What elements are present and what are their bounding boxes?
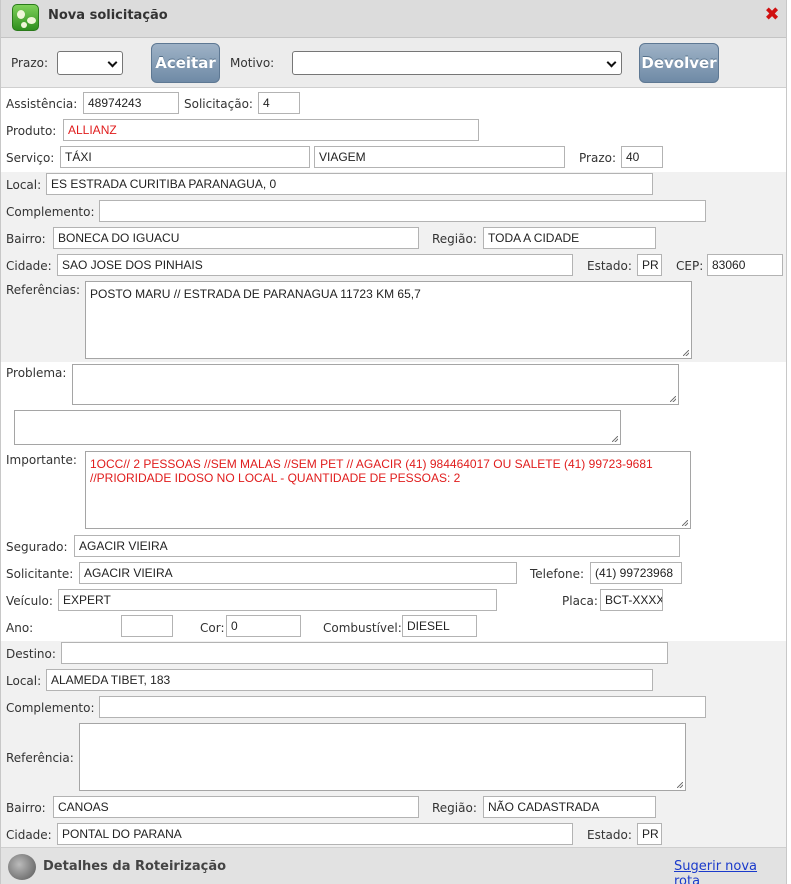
placa-field[interactable]: BCT-XXXX (600, 589, 663, 611)
nova-solicitacao-window: Nova solicitação ✖ Prazo: Aceitar Motivo… (0, 0, 787, 884)
ano-field[interactable] (121, 615, 173, 637)
importante-label: Importante: (6, 453, 77, 467)
complemento-field[interactable] (99, 200, 706, 222)
complemento-label: Complemento: (6, 205, 95, 219)
cep-field[interactable]: 83060 (707, 254, 783, 276)
destino-complemento-label: Complemento: (6, 701, 95, 715)
estado-label: Estado: (587, 259, 632, 273)
bairro-label: Bairro: (6, 232, 46, 246)
title-bar: Nova solicitação ✖ (1, 0, 786, 38)
destino-estado-label: Estado: (587, 828, 632, 842)
prazo-select[interactable] (57, 51, 123, 75)
solicitacao-field[interactable]: 4 (258, 92, 300, 114)
solicitante-label: Solicitante: (6, 567, 74, 581)
telefone-label: Telefone: (530, 567, 584, 581)
assistencia-label: Assistência: (6, 97, 78, 111)
roteirizacao-footer: Detalhes da Roteirização Sugerir nova ro… (1, 847, 786, 884)
problema-textarea[interactable] (72, 364, 679, 405)
referencias-textarea[interactable]: POSTO MARU // ESTRADA DE PARANAGUA 11723… (85, 281, 692, 359)
globe-icon (8, 854, 36, 880)
problema-label: Problema: (6, 366, 67, 380)
produto-field[interactable]: ALLIANZ (63, 119, 479, 141)
globe-app-icon (12, 4, 39, 31)
veiculo-field[interactable]: EXPERT (58, 589, 497, 611)
regiao-label: Região: (432, 232, 477, 246)
referencias-label: Referências: (6, 283, 81, 297)
devolver-button[interactable]: Devolver (639, 43, 719, 83)
roteirizacao-title: Detalhes da Roteirização (43, 859, 227, 874)
solicitacao-label: Solicitação: (184, 97, 253, 111)
prazo-select-label: Prazo: (11, 56, 48, 70)
destino-cidade-field[interactable]: PONTAL DO PARANA (57, 823, 573, 845)
telefone-field[interactable]: (41) 99723968 (590, 562, 682, 584)
estado-field[interactable]: PR (637, 254, 662, 276)
problema-detalhe-textarea[interactable] (14, 410, 621, 445)
destino-bairro-field[interactable]: CANOAS (53, 796, 419, 818)
local-label: Local: (6, 178, 42, 192)
destino-regiao-field[interactable]: NÃO CADASTRADA (483, 796, 656, 818)
cidade-label: Cidade: (6, 259, 52, 273)
destino-local-label: Local: (6, 674, 42, 688)
prazo-field[interactable]: 40 (621, 146, 663, 168)
destino-regiao-label: Região: (432, 801, 477, 815)
segurado-label: Segurado: (6, 540, 68, 554)
importante-textarea[interactable]: 1OCC// 2 PESSOAS //SEM MALAS //SEM PET /… (85, 451, 691, 529)
servico-field[interactable]: TÁXI (60, 146, 310, 168)
action-toolbar: Prazo: Aceitar Motivo: Devolver (1, 38, 786, 88)
destino-referencia-textarea[interactable] (79, 723, 686, 791)
servico-tipo-field[interactable]: VIAGEM (314, 146, 565, 168)
assistencia-field[interactable]: 48974243 (83, 92, 179, 114)
motivo-select-label: Motivo: (230, 56, 275, 70)
ano-label: Ano: (6, 621, 34, 635)
local-field[interactable]: ES ESTRADA CURITIBA PARANAGUA, 0 (46, 173, 653, 195)
bairro-field[interactable]: BONECA DO IGUACU (53, 227, 419, 249)
aceitar-button[interactable]: Aceitar (151, 43, 220, 83)
destino-field[interactable] (61, 642, 668, 664)
solicitante-field[interactable]: AGACIR VIEIRA (79, 562, 517, 584)
produto-label: Produto: (6, 124, 57, 138)
destino-local-field[interactable]: ALAMEDA TIBET, 183 (46, 669, 653, 691)
placa-label: Placa: (562, 594, 598, 608)
sugerir-nova-rota-link[interactable]: Sugerir nova rota (674, 859, 786, 884)
segurado-field[interactable]: AGACIR VIEIRA (74, 535, 680, 557)
servico-label: Serviço: (6, 151, 55, 165)
destino-cidade-label: Cidade: (6, 828, 52, 842)
window-title: Nova solicitação (48, 8, 168, 23)
destino-referencia-label: Referência: (6, 751, 74, 765)
cor-label: Cor: (200, 621, 225, 635)
veiculo-label: Veículo: (6, 594, 53, 608)
destino-bairro-label: Bairro: (6, 801, 46, 815)
combustivel-label: Combustível: (323, 621, 402, 635)
cor-field[interactable]: 0 (226, 615, 301, 637)
cep-label: CEP: (676, 259, 704, 273)
regiao-field[interactable]: TODA A CIDADE (483, 227, 656, 249)
prazo-label: Prazo: (579, 151, 616, 165)
destino-label: Destino: (6, 647, 56, 661)
destino-estado-field[interactable]: PR (637, 823, 662, 845)
destino-complemento-field[interactable] (99, 696, 706, 718)
combustivel-field[interactable]: DIESEL (402, 615, 477, 637)
close-icon[interactable]: ✖ (763, 6, 781, 24)
motivo-select[interactable] (292, 51, 622, 75)
cidade-field[interactable]: SAO JOSE DOS PINHAIS (57, 254, 573, 276)
